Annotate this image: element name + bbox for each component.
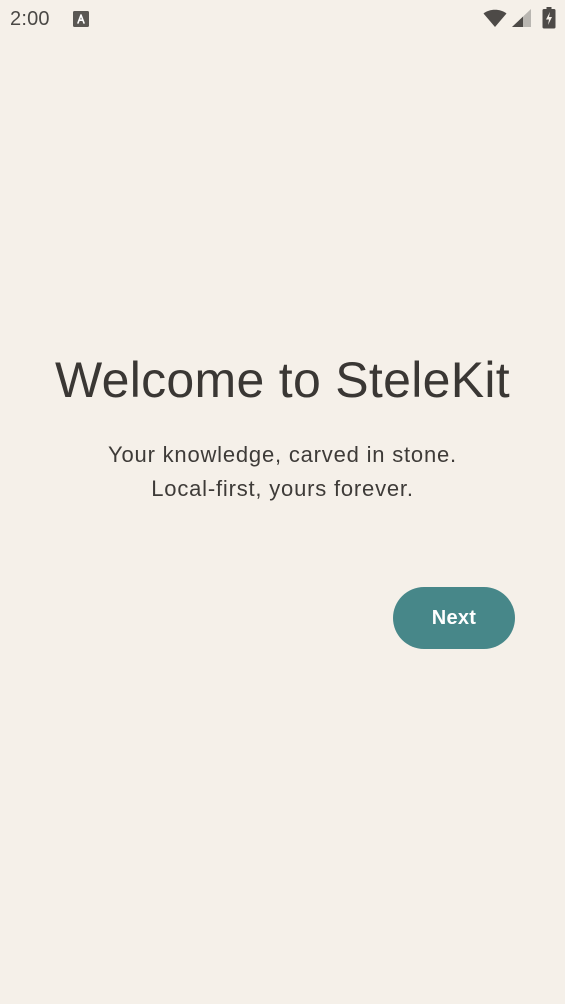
a-notification-icon (73, 11, 89, 27)
tagline-line-2: Local-first, yours forever. (151, 476, 414, 501)
welcome-title: Welcome to SteleKit (55, 352, 510, 408)
battery-charging-icon (542, 7, 556, 29)
wifi-icon (483, 9, 507, 27)
tagline-line-1: Your knowledge, carved in stone. (108, 442, 457, 467)
tagline: Your knowledge, carved in stone. Local-f… (0, 438, 565, 506)
next-button[interactable]: Next (393, 587, 515, 649)
cell-signal-icon (512, 9, 531, 27)
status-time: 2:00 (10, 8, 50, 30)
status-bar: 2:00 (0, 0, 565, 38)
